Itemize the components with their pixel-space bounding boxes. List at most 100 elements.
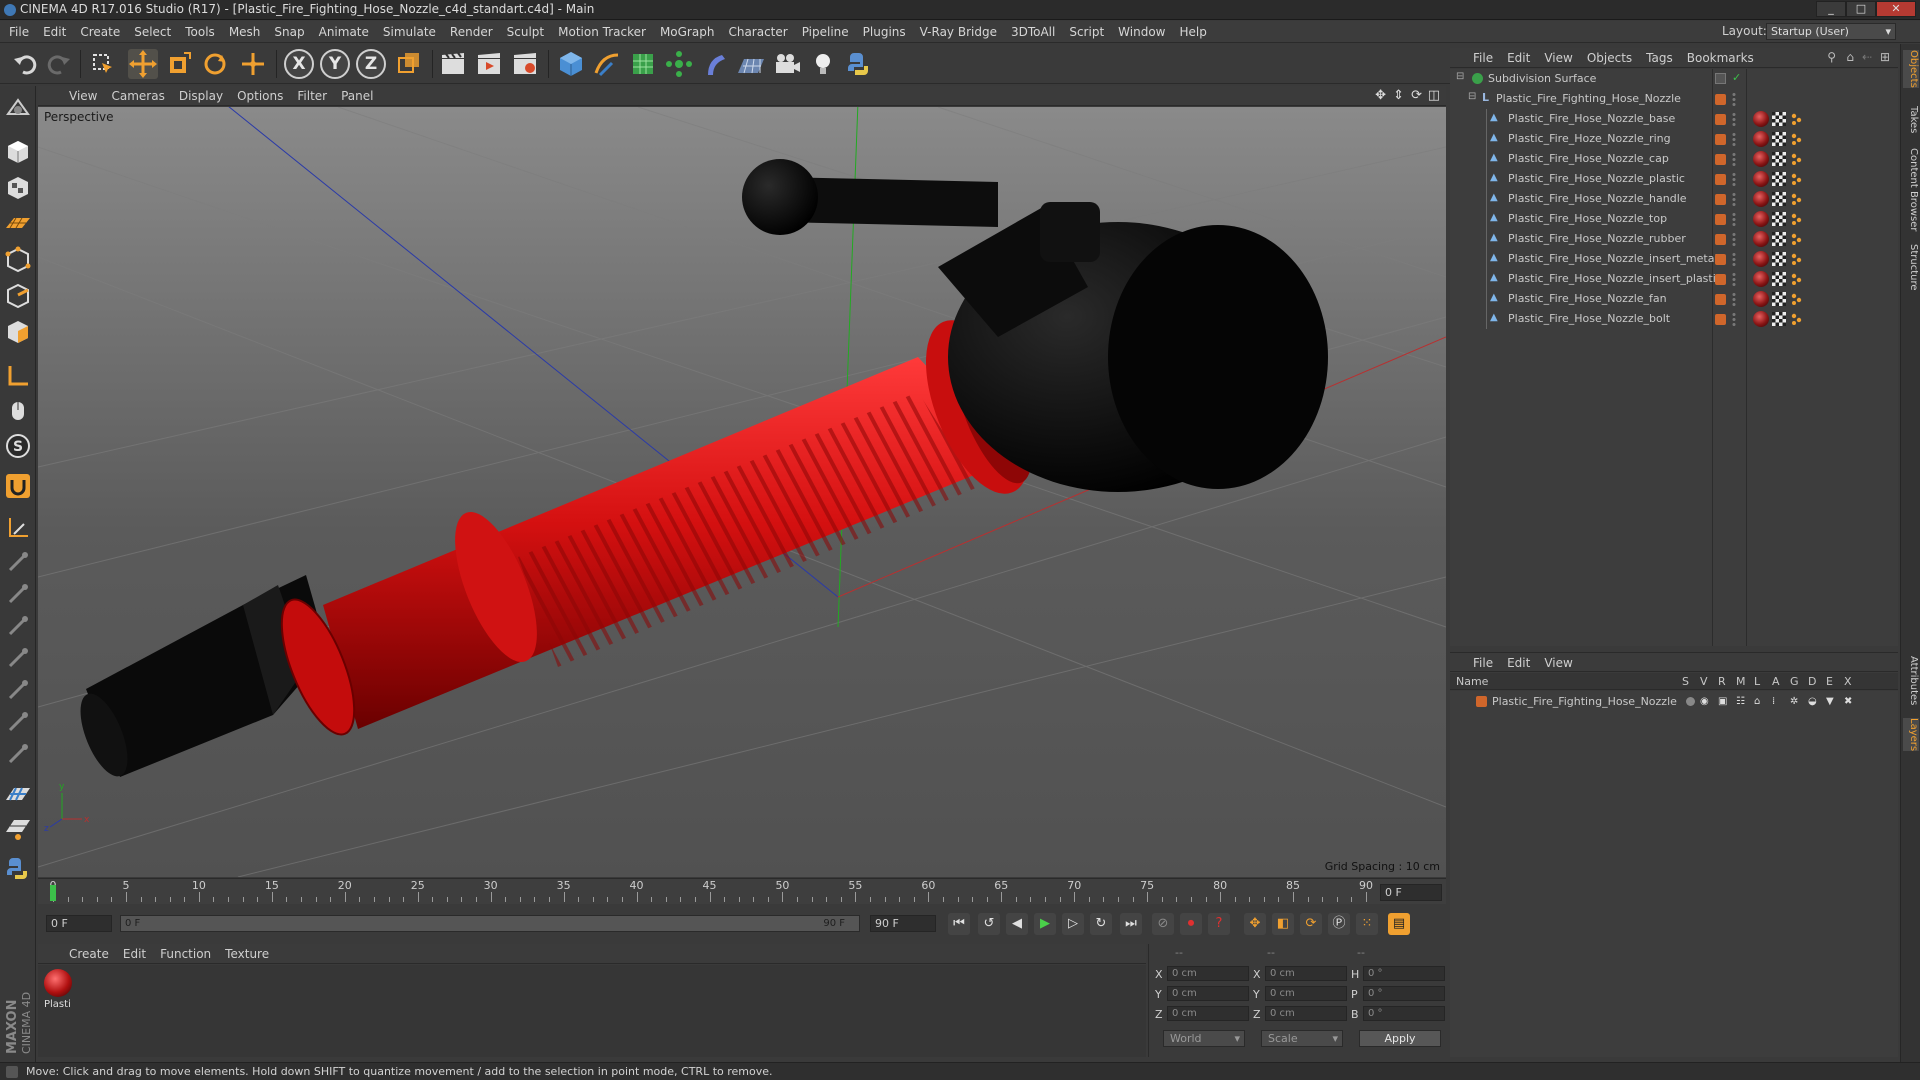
object-row[interactable]: ▲ Plastic_Fire_Hose_Nozzle_cap: [1450, 149, 1898, 169]
menu-select[interactable]: Select: [127, 21, 178, 43]
visibility-dots-icon[interactable]: [1732, 112, 1736, 126]
viewport-menu-filter[interactable]: Filter: [290, 86, 334, 106]
texture-tag-icon[interactable]: [1772, 112, 1786, 126]
object-name[interactable]: Subdivision Surface: [1488, 72, 1596, 85]
menu-animate[interactable]: Animate: [312, 21, 376, 43]
layer-color-swatch[interactable]: [1476, 696, 1487, 707]
animation-icon[interactable]: ⁞: [1772, 696, 1775, 707]
tab-takes[interactable]: Takes: [1903, 106, 1919, 133]
layer-col-expressions[interactable]: E: [1826, 675, 1833, 688]
object-name[interactable]: Plastic_Fire_Hose_Nozzle_handle: [1508, 192, 1687, 205]
new-view-icon[interactable]: ⊞: [1880, 50, 1890, 64]
snap-button[interactable]: S: [4, 432, 32, 460]
visibility-dots-icon[interactable]: [1732, 272, 1736, 286]
visible-eye-icon[interactable]: ◉: [1700, 696, 1709, 707]
uv-points-button[interactable]: [4, 814, 32, 842]
visibility-dots-icon[interactable]: [1732, 92, 1736, 106]
solo-dot-icon[interactable]: [1686, 697, 1695, 706]
layout-dropdown[interactable]: Startup (User) ▾: [1766, 23, 1896, 40]
apply-button[interactable]: Apply: [1359, 1030, 1441, 1047]
selection-tag-icon[interactable]: [1790, 213, 1802, 225]
layer-col-animation[interactable]: A: [1772, 675, 1780, 688]
viewport-move-icon[interactable]: ✥: [1375, 88, 1386, 103]
material-thumbnail[interactable]: Plasti: [42, 967, 74, 1011]
manager-icon[interactable]: ☷: [1736, 696, 1745, 707]
menu-plugins[interactable]: Plugins: [856, 21, 913, 43]
viewport-menu-display[interactable]: Display: [172, 86, 230, 106]
tab-layers[interactable]: Layers: [1903, 718, 1919, 752]
object-row[interactable]: ▲ Plastic_Fire_Hose_Nozzle_bolt: [1450, 309, 1898, 329]
selection-tag-icon[interactable]: [1790, 133, 1802, 145]
key-scale-button[interactable]: ◧: [1272, 913, 1294, 935]
visibility-dots-icon[interactable]: [1732, 292, 1736, 306]
previous-frame-button[interactable]: ◀: [1006, 913, 1028, 935]
quantize-button[interactable]: [4, 514, 32, 542]
close-button[interactable]: ✕: [1876, 1, 1916, 17]
add-camera-button[interactable]: [772, 49, 802, 79]
polygons-mode-button[interactable]: [4, 318, 32, 346]
lock-icon[interactable]: ⌂: [1754, 696, 1760, 707]
texture-tag-icon[interactable]: [1772, 312, 1786, 326]
expression-icon[interactable]: ▼: [1826, 696, 1834, 707]
key-parameter-button[interactable]: Ⓟ: [1328, 913, 1350, 935]
add-light-button[interactable]: [808, 49, 838, 79]
layer-color-swatch[interactable]: [1715, 214, 1726, 225]
sculpt-pull-button[interactable]: [4, 580, 32, 608]
material-tag-icon[interactable]: [1753, 111, 1769, 127]
size-x-field[interactable]: 0 cm: [1265, 966, 1347, 981]
sculpt-mask-button[interactable]: [4, 740, 32, 768]
objects-menu-objects[interactable]: Objects: [1580, 48, 1639, 68]
object-name[interactable]: Plastic_Fire_Hose_Nozzle_cap: [1508, 152, 1669, 165]
layer-col-solo[interactable]: S: [1682, 675, 1689, 688]
object-row-root[interactable]: ⊟ Subdivision Surface ✓: [1450, 69, 1898, 89]
x-axis-lock-button[interactable]: X: [284, 49, 314, 79]
size-mode-dropdown[interactable]: Scale ▾: [1261, 1030, 1343, 1047]
goto-previous-key-button[interactable]: ↺: [978, 913, 1000, 935]
object-row[interactable]: ▲ Plastic_Fire_Hose_Nozzle_rubber: [1450, 229, 1898, 249]
menu-character[interactable]: Character: [721, 21, 794, 43]
selection-tag-icon[interactable]: [1790, 173, 1802, 185]
layer-color-swatch[interactable]: [1715, 94, 1726, 105]
viewport-maximize-icon[interactable]: ◫: [1428, 88, 1440, 103]
workplane-mode-button[interactable]: [4, 208, 32, 236]
object-name[interactable]: Plastic_Fire_Hose_Nozzle_plastic: [1508, 172, 1685, 185]
coordinate-system-button[interactable]: [394, 49, 424, 79]
layer-name[interactable]: Plastic_Fire_Fighting_Hose_Nozzle: [1492, 695, 1677, 708]
render-picture-viewer-button[interactable]: [474, 49, 504, 79]
layer-color-swatch[interactable]: [1715, 234, 1726, 245]
object-row[interactable]: ▲ Plastic_Fire_Hose_Nozzle_plastic: [1450, 169, 1898, 189]
end-frame-field[interactable]: 90 F: [870, 915, 936, 932]
texture-tag-icon[interactable]: [1772, 212, 1786, 226]
layer-row[interactable]: Plastic_Fire_Fighting_Hose_Nozzle ◉ ▣ ☷ …: [1450, 693, 1898, 711]
sculpt-smooth-button[interactable]: [4, 548, 32, 576]
coordinate-system-dropdown[interactable]: World ▾: [1163, 1030, 1245, 1047]
texture-tag-icon[interactable]: [1772, 292, 1786, 306]
visibility-dots-icon[interactable]: [1732, 232, 1736, 246]
expand-toggle-icon[interactable]: ⊟: [1468, 91, 1476, 102]
python-script-button[interactable]: [844, 49, 874, 79]
move-tool-button[interactable]: [128, 49, 158, 79]
rot-b-field[interactable]: 0 °: [1363, 1006, 1445, 1021]
goto-start-button[interactable]: ⏮: [948, 913, 970, 935]
y-axis-lock-button[interactable]: Y: [320, 49, 350, 79]
visibility-dots-icon[interactable]: [1732, 192, 1736, 206]
texture-tag-icon[interactable]: [1772, 132, 1786, 146]
key-pla-button[interactable]: ⁙: [1356, 913, 1378, 935]
maximize-button[interactable]: □: [1846, 1, 1876, 17]
record-keys-disabled-button[interactable]: ⊘: [1152, 913, 1174, 935]
add-spline-button[interactable]: [592, 49, 622, 79]
key-position-button[interactable]: ✥: [1244, 913, 1266, 935]
material-tag-icon[interactable]: [1753, 271, 1769, 287]
goto-end-button[interactable]: ⏭: [1120, 913, 1142, 935]
perspective-viewport[interactable]: y x z Perspective Grid Spacing : 10 cm: [38, 107, 1446, 877]
material-menu-function[interactable]: Function: [153, 944, 218, 964]
search-icon[interactable]: ⚲: [1827, 50, 1836, 64]
tab-objects[interactable]: Objects: [1903, 50, 1919, 88]
menu-mesh[interactable]: Mesh: [222, 21, 268, 43]
sculpt-inflate-button[interactable]: [4, 644, 32, 672]
menu-help[interactable]: Help: [1172, 21, 1213, 43]
deformer-icon[interactable]: ◒: [1808, 696, 1817, 707]
object-name[interactable]: Plastic_Fire_Fighting_Hose_Nozzle: [1496, 92, 1681, 105]
layer-col-visible[interactable]: V: [1700, 675, 1708, 688]
generator-icon[interactable]: ✲: [1790, 696, 1798, 707]
